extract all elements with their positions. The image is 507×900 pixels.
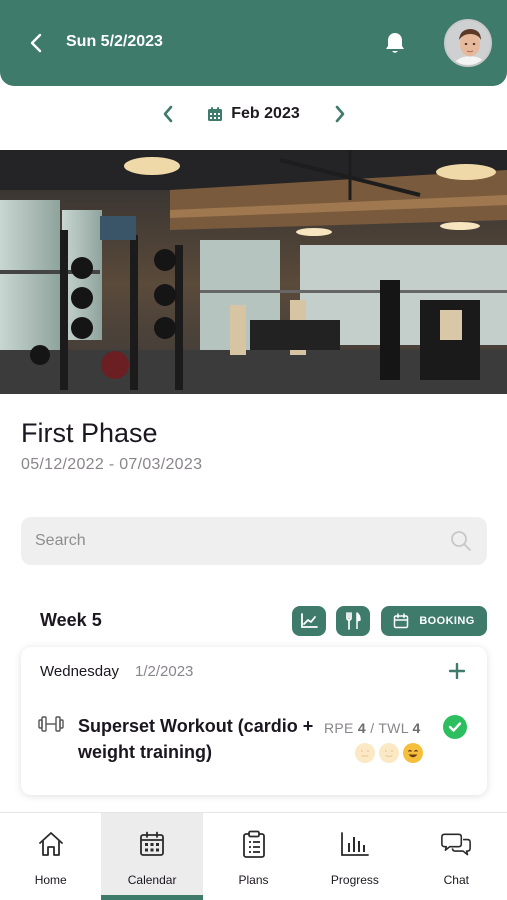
nav-label-home: Home <box>34 873 67 887</box>
user-photo <box>446 21 490 65</box>
home-icon <box>38 832 63 856</box>
month-label: Feb 2023 <box>231 105 300 122</box>
chevron-right-icon <box>335 105 345 123</box>
day-date: 1/2/2023 <box>135 663 194 680</box>
grinning-face-icon[interactable] <box>403 743 423 763</box>
add-workout-button[interactable] <box>445 659 469 683</box>
workout-title[interactable]: Superset Workout (cardio + weight traini… <box>78 713 328 765</box>
nav-label-calendar: Calendar <box>127 873 177 887</box>
phase-cover-image <box>0 150 507 394</box>
chevron-left-icon <box>163 105 173 123</box>
nav-item-progress[interactable]: Progress <box>304 813 405 900</box>
neutral-face-icon[interactable] <box>355 743 375 763</box>
month-navigator: Feb 2023 <box>0 92 507 136</box>
nav-item-plans[interactable]: Plans <box>203 813 304 900</box>
week-label: Week 5 <box>40 610 102 630</box>
nav-label-chat: Chat <box>443 873 469 887</box>
month-selector[interactable]: Feb 2023 <box>207 105 300 123</box>
bell-icon <box>386 33 404 53</box>
booking-label: BOOKING <box>419 615 475 627</box>
nav-item-chat[interactable]: Chat <box>406 813 507 900</box>
plus-icon <box>449 663 465 679</box>
phase-title: First Phase <box>21 418 158 448</box>
avatar[interactable] <box>444 19 492 67</box>
twl-value: 4 <box>412 720 421 736</box>
bar-chart-icon <box>341 832 369 856</box>
calendar-icon <box>140 831 165 856</box>
chat-icon <box>441 833 472 856</box>
nav-label-progress: Progress <box>330 873 379 887</box>
next-month-button[interactable] <box>328 102 352 126</box>
rpe-value: 4 <box>357 720 366 736</box>
slight-smile-face-icon[interactable] <box>379 743 399 763</box>
twl-label: TWL <box>378 720 409 736</box>
fork-knife-icon <box>346 612 361 630</box>
day-card: Wednesday 1/2/2023 Superset Workout (car… <box>21 647 487 795</box>
chevron-left-icon <box>30 33 42 53</box>
back-button[interactable] <box>22 28 50 58</box>
dumbbell-icon <box>38 716 64 732</box>
rpe-twl-stats: RPE 4 / TWL 4 <box>324 720 421 736</box>
top-header: Sun 5/2/2023 <box>0 0 507 86</box>
previous-month-button[interactable] <box>156 102 180 126</box>
rpe-label: RPE <box>324 720 354 736</box>
notifications-button[interactable] <box>380 28 410 58</box>
bottom-navigation: Home Calendar Plans Progress Chat <box>0 812 507 900</box>
nav-item-calendar[interactable]: Calendar <box>101 813 204 900</box>
calendar-icon <box>394 613 409 629</box>
search-input[interactable] <box>21 517 421 565</box>
progress-chart-button[interactable] <box>292 606 326 636</box>
gym-illustration <box>0 150 507 394</box>
phase-dates: 05/12/2022 - 07/03/2023 <box>21 456 203 473</box>
completed-check-icon[interactable] <box>443 715 467 739</box>
nutrition-button[interactable] <box>336 606 370 636</box>
nav-label-plans: Plans <box>238 873 269 887</box>
checkmark-icon <box>448 722 462 732</box>
mood-rating <box>355 743 423 763</box>
day-name: Wednesday <box>40 663 119 680</box>
stat-separator: / <box>370 720 375 736</box>
search-bar <box>21 517 487 565</box>
header-date: Sun 5/2/2023 <box>66 33 163 50</box>
search-icon[interactable] <box>449 529 473 553</box>
booking-button[interactable]: BOOKING <box>381 606 487 636</box>
line-chart-icon <box>301 613 318 628</box>
nav-item-home[interactable]: Home <box>0 813 101 900</box>
calendar-icon <box>208 107 223 121</box>
clipboard-icon <box>242 830 265 858</box>
